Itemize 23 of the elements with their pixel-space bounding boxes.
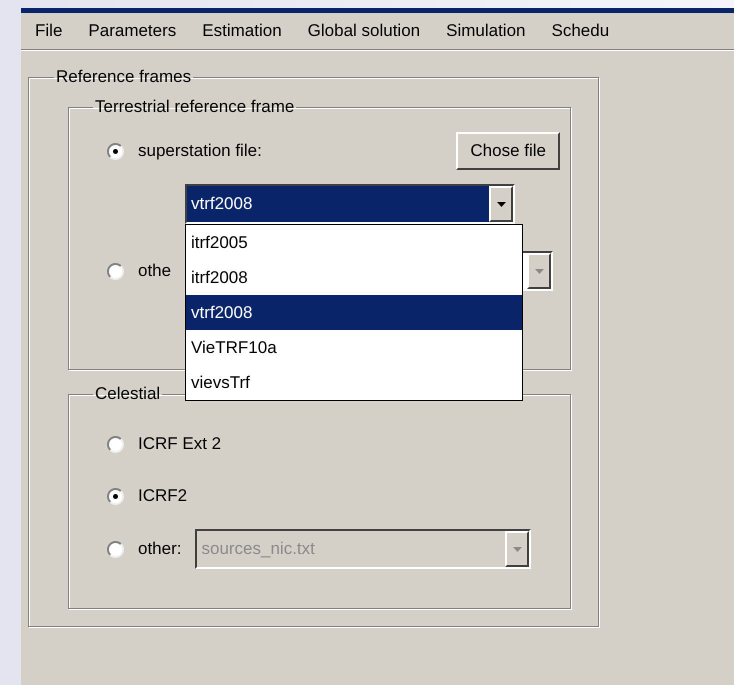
radio-label: ICRF2 [138, 486, 188, 506]
menu-item[interactable]: Simulation [433, 21, 538, 41]
radio-button[interactable] [107, 262, 124, 280]
chose-file-button[interactable]: Chose file [456, 132, 560, 170]
radio-label: ICRF Ext 2 [138, 434, 222, 454]
group-title: Reference frames [55, 67, 192, 87]
caret-icon [512, 546, 522, 552]
dropdown-option[interactable]: vtrf2008 [186, 295, 522, 330]
group-title: Celestial [94, 384, 162, 404]
radio-label: superstation file: [138, 141, 262, 161]
radio-button[interactable] [107, 436, 124, 452]
caret-icon [496, 202, 506, 206]
menu-item[interactable]: Schedu [538, 21, 622, 41]
radio-label: other: [138, 539, 182, 559]
radio-button[interactable] [107, 488, 124, 504]
group-title: Terrestrial reference frame [94, 97, 296, 117]
radio-label: othe [138, 261, 172, 281]
caret-icon [534, 268, 544, 274]
radio-button[interactable] [107, 142, 124, 160]
menu-item[interactable]: Parameters [75, 21, 190, 41]
menu-item[interactable]: File [22, 21, 76, 41]
menu-item[interactable]: Estimation [189, 21, 295, 41]
menu-item[interactable]: Global solution [294, 21, 434, 41]
